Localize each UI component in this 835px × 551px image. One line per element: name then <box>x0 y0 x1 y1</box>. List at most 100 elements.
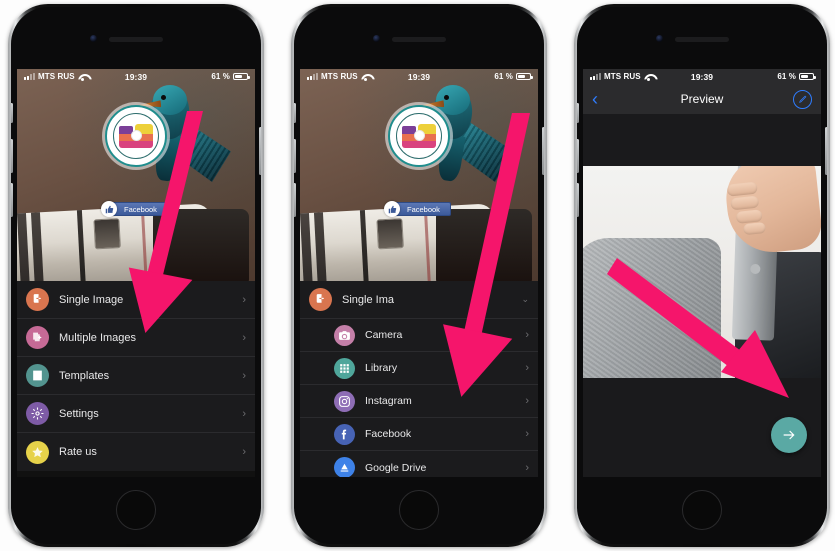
menu-item-multiple-images[interactable]: Multiple Images › <box>17 319 255 357</box>
menu-item-label: Rate us <box>59 446 97 458</box>
chevron-right-icon: › <box>242 407 246 420</box>
chevron-right-icon: › <box>242 331 246 344</box>
app-camera-logo-icon <box>105 105 167 167</box>
grid-library-icon <box>334 357 355 379</box>
facebook-icon <box>334 423 355 445</box>
source-item-label: Google Drive <box>365 461 427 474</box>
laptop-sleeve-photo-element <box>583 238 721 378</box>
preview-photo <box>583 166 821 378</box>
menu-item-label: Multiple Images <box>59 331 137 344</box>
status-bar-3: MTS RUS 19:39 61 % <box>583 69 821 84</box>
status-bar-2: MTS RUS 19:39 61 % <box>300 69 538 84</box>
phone-2-screen: MTS RUS 19:39 61 % Facebook Single Ima ⌄… <box>300 69 538 477</box>
source-item-library[interactable]: Library › <box>300 352 538 385</box>
home-button[interactable] <box>116 490 156 530</box>
power-button[interactable] <box>542 127 544 175</box>
camera-icon <box>334 324 355 346</box>
clock-label: 19:39 <box>407 71 431 82</box>
camera-body-photo-element <box>436 209 532 281</box>
chevron-right-icon: › <box>242 446 246 458</box>
chevron-right-icon: › <box>525 395 529 407</box>
menu-item-rate-us[interactable]: Rate us › <box>17 433 255 471</box>
menu-item-label: Templates <box>59 369 110 382</box>
camera-body-photo-element <box>153 209 249 281</box>
source-item-label: Camera <box>365 329 403 341</box>
source-item-label: Instagram <box>365 395 412 407</box>
earpiece-speaker <box>675 37 729 42</box>
power-button[interactable] <box>825 127 827 175</box>
page-title: Preview <box>680 92 724 106</box>
google-drive-icon <box>334 457 355 477</box>
chevron-right-icon: › <box>242 293 246 306</box>
menu-item-label: Settings <box>59 407 99 420</box>
source-item-label: Library <box>365 362 398 374</box>
chevron-right-icon: › <box>525 329 529 341</box>
main-menu-list: Single Image › Multiple Images › Templat… <box>17 281 255 471</box>
phone-3-screen: MTS RUS 19:39 61 % ‹ Preview <box>583 69 821 477</box>
facebook-like-widget-1[interactable]: Facebook <box>101 201 168 217</box>
volume-down-button[interactable] <box>577 183 579 217</box>
next-button[interactable] <box>771 417 807 453</box>
menu-item-label: Single Image <box>59 293 124 306</box>
clock-label: 19:39 <box>690 71 714 82</box>
hero-photo-2: MTS RUS 19:39 61 % Facebook <box>300 69 538 281</box>
source-item-google-drive[interactable]: Google Drive › <box>300 451 538 477</box>
add-single-image-icon <box>309 288 332 311</box>
chevron-right-icon: › <box>525 428 529 440</box>
source-item-facebook[interactable]: Facebook › <box>300 418 538 451</box>
clock-label: 19:39 <box>124 71 148 82</box>
menu-item-templates[interactable]: Templates › <box>17 357 255 395</box>
star-rate-icon <box>26 440 49 464</box>
volume-up-button[interactable] <box>11 139 13 173</box>
preview-navigation-bar: ‹ Preview <box>583 84 821 114</box>
menu-item-label: Single Ima <box>342 293 394 306</box>
menu-item-settings[interactable]: Settings › <box>17 395 255 433</box>
preview-canvas <box>583 114 821 477</box>
front-camera-icon <box>656 35 663 42</box>
app-camera-logo-icon <box>388 105 450 167</box>
screenshot-canvas: MTS RUS 19:39 61 % Facebook Single Image… <box>0 0 835 551</box>
phone-1-screen: MTS RUS 19:39 61 % Facebook Single Image… <box>17 69 255 477</box>
add-multiple-images-icon <box>26 326 49 349</box>
settings-gear-icon <box>26 402 49 425</box>
home-button[interactable] <box>682 490 722 530</box>
phone-device-3: MTS RUS 19:39 61 % ‹ Preview <box>574 4 830 547</box>
front-camera-icon <box>90 35 97 42</box>
source-item-label: Facebook <box>365 428 412 440</box>
facebook-like-label: Facebook <box>394 202 451 216</box>
instagram-icon <box>334 390 355 412</box>
source-item-instagram[interactable]: Instagram › <box>300 385 538 418</box>
volume-up-button[interactable] <box>294 139 296 173</box>
status-bar-1: MTS RUS 19:39 61 % <box>17 69 255 84</box>
single-image-sources-list: Single Ima ⌄ Camera › Library › Instagra… <box>300 281 538 477</box>
templates-icon <box>26 364 49 387</box>
add-single-image-icon <box>26 288 49 311</box>
thumbs-up-icon <box>384 201 400 217</box>
chevron-right-icon: › <box>242 369 246 382</box>
hero-photo-1: MTS RUS 19:39 61 % Facebook <box>17 69 255 281</box>
source-item-camera[interactable]: Camera › <box>300 319 538 352</box>
volume-up-button[interactable] <box>577 139 579 173</box>
home-button[interactable] <box>399 490 439 530</box>
volume-down-button[interactable] <box>294 183 296 217</box>
thumbs-up-icon <box>101 201 117 217</box>
menu-item-single-image[interactable]: Single Image › <box>17 281 255 319</box>
chevron-down-icon: ⌄ <box>521 294 529 304</box>
chevron-right-icon: › <box>525 461 529 474</box>
chevron-right-icon: › <box>525 362 529 374</box>
phone-device-1: MTS RUS 19:39 61 % Facebook Single Image… <box>8 4 264 547</box>
earpiece-speaker <box>109 37 163 42</box>
battery-icon <box>799 72 816 81</box>
facebook-like-widget-2[interactable]: Facebook <box>384 201 451 217</box>
battery-icon <box>516 72 533 81</box>
menu-item-single-image-expanded[interactable]: Single Ima ⌄ <box>300 281 538 319</box>
phone-device-2: MTS RUS 19:39 61 % Facebook Single Ima ⌄… <box>291 4 547 547</box>
power-button[interactable] <box>259 127 261 175</box>
battery-icon <box>233 72 250 81</box>
mute-switch[interactable] <box>11 103 13 123</box>
volume-down-button[interactable] <box>11 183 13 217</box>
mute-switch[interactable] <box>577 103 579 123</box>
arrow-right-icon <box>783 430 795 440</box>
mute-switch[interactable] <box>294 103 296 123</box>
front-camera-icon <box>373 35 380 42</box>
